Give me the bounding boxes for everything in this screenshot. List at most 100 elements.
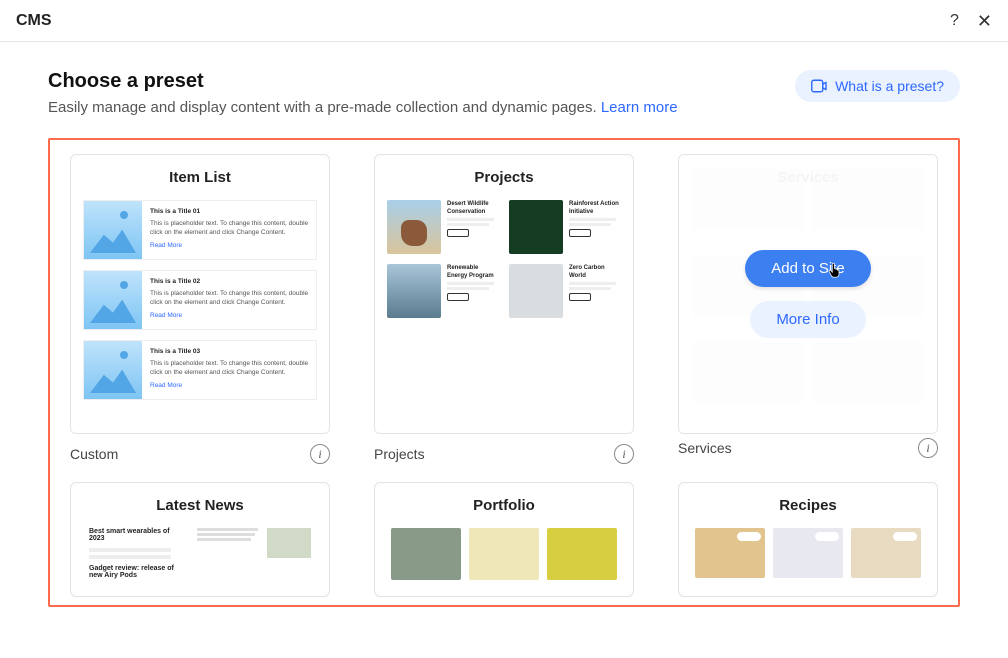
image-placeholder-icon	[84, 341, 142, 399]
preset-portfolio: Portfolio	[374, 482, 634, 597]
portfolio-row	[387, 528, 621, 580]
item-title: This is a Title 02	[150, 277, 312, 286]
list-item-text: This is a Title 02 This is placeholder t…	[150, 271, 316, 329]
project-text: Desert Wildlife Conservation	[447, 200, 499, 254]
project-title: Desert Wildlife Conservation	[447, 200, 499, 216]
presets-grid: Item List This is a Title 01 This is pla…	[70, 154, 938, 597]
recipe-card	[695, 528, 765, 578]
what-is-preset-label: What is a preset?	[835, 78, 944, 94]
page-subtitle: Easily manage and display content with a…	[48, 99, 678, 116]
project-card: Rainforest Action Initiative	[509, 200, 621, 254]
preset-projects: Projects Desert Wildlife Conservation	[374, 154, 634, 464]
item-title: This is a Title 01	[150, 207, 312, 216]
preview-title: Item List	[83, 169, 317, 186]
news-excerpt	[197, 528, 261, 543]
preview-title: Projects	[387, 169, 621, 186]
content-area: Choose a preset Easily manage and displa…	[0, 42, 1008, 607]
app-title: CMS	[16, 12, 52, 30]
preview-title: Recipes	[691, 497, 925, 514]
info-icon[interactable]: i	[310, 444, 330, 464]
preset-footer: Projects i	[374, 444, 634, 464]
project-button	[447, 229, 469, 237]
preset-services-preview[interactable]: Services Add to Site More Info	[678, 154, 938, 434]
video-icon	[811, 79, 827, 93]
info-icon[interactable]: i	[918, 438, 938, 458]
list-item: This is a Title 03 This is placeholder t…	[83, 340, 317, 400]
read-more-link: Read More	[150, 311, 182, 320]
project-card: Desert Wildlife Conservation	[387, 200, 499, 254]
recipes-row	[691, 528, 925, 578]
hover-overlay: Add to Site More Info	[679, 155, 937, 433]
what-is-preset-button[interactable]: What is a preset?	[795, 70, 960, 102]
preview-title: Latest News	[83, 497, 317, 514]
recipe-card	[851, 528, 921, 578]
project-title: Renewable Energy Program	[447, 264, 499, 280]
portfolio-image	[547, 528, 617, 580]
more-info-button[interactable]: More Info	[750, 301, 865, 338]
project-text: Zero Carbon World	[569, 264, 621, 318]
preset-label: Custom	[70, 446, 118, 462]
subtitle-text: Easily manage and display content with a…	[48, 99, 601, 116]
item-desc: This is placeholder text. To change this…	[150, 289, 312, 307]
close-icon[interactable]: ✕	[977, 12, 992, 30]
preset-label: Projects	[374, 446, 425, 462]
projects-grid: Desert Wildlife Conservation Rainforest …	[387, 200, 621, 318]
preset-services: Services Add to Site More Info	[678, 154, 938, 464]
page-title: Choose a preset	[48, 70, 678, 93]
preset-recipes: Recipes	[678, 482, 938, 597]
preset-projects-preview[interactable]: Projects Desert Wildlife Conservation	[374, 154, 634, 434]
read-more-link: Read More	[150, 381, 182, 390]
project-card: Zero Carbon World	[509, 264, 621, 318]
project-text: Rainforest Action Initiative	[569, 200, 621, 254]
add-to-site-button[interactable]: Add to Site	[745, 250, 870, 287]
preset-footer: Services i	[678, 438, 938, 458]
list-item-text: This is a Title 03 This is placeholder t…	[150, 341, 316, 399]
learn-more-link[interactable]: Learn more	[601, 99, 678, 116]
list-item: This is a Title 02 This is placeholder t…	[83, 270, 317, 330]
project-button	[569, 293, 591, 301]
help-icon[interactable]: ?	[950, 13, 959, 29]
list-item-text: This is a Title 01 This is placeholder t…	[150, 201, 316, 259]
image-placeholder-icon	[84, 271, 142, 329]
preview-title: Portfolio	[387, 497, 621, 514]
project-button	[447, 293, 469, 301]
preset-latest-news-preview[interactable]: Latest News Best smart wearables of 2023…	[70, 482, 330, 597]
preset-recipes-preview[interactable]: Recipes	[678, 482, 938, 597]
portfolio-image	[469, 528, 539, 580]
preset-portfolio-preview[interactable]: Portfolio	[374, 482, 634, 597]
recipe-tag	[815, 532, 839, 541]
recipe-tag	[737, 532, 761, 541]
preset-footer: Custom i	[70, 444, 330, 464]
preset-custom-preview[interactable]: Item List This is a Title 01 This is pla…	[70, 154, 330, 434]
project-image	[509, 200, 563, 254]
news-title: Best smart wearables of 2023	[89, 528, 185, 542]
portfolio-image	[391, 528, 461, 580]
project-title: Zero Carbon World	[569, 264, 621, 280]
project-card: Renewable Energy Program	[387, 264, 499, 318]
preset-latest-news: Latest News Best smart wearables of 2023…	[70, 482, 330, 597]
image-placeholder-icon	[84, 201, 142, 259]
section-header-text: Choose a preset Easily manage and displa…	[48, 70, 678, 116]
news-headlines: Best smart wearables of 2023 Gadget revi…	[89, 528, 185, 585]
item-desc: This is placeholder text. To change this…	[150, 359, 312, 377]
recipe-tag	[893, 532, 917, 541]
project-button	[569, 229, 591, 237]
list-item: This is a Title 01 This is placeholder t…	[83, 200, 317, 260]
item-title: This is a Title 03	[150, 347, 312, 356]
news-title: Gadget review: release of new Airy Pods	[89, 565, 185, 579]
news-image	[267, 528, 311, 558]
preset-label: Services	[678, 440, 732, 456]
project-image	[509, 264, 563, 318]
news-row: Best smart wearables of 2023 Gadget revi…	[83, 528, 317, 585]
project-image	[387, 264, 441, 318]
read-more-link: Read More	[150, 241, 182, 250]
project-title: Rainforest Action Initiative	[569, 200, 621, 216]
recipe-card	[773, 528, 843, 578]
item-desc: This is placeholder text. To change this…	[150, 219, 312, 237]
info-icon[interactable]: i	[614, 444, 634, 464]
presets-container: Item List This is a Title 01 This is pla…	[48, 138, 960, 607]
section-header: Choose a preset Easily manage and displa…	[48, 70, 960, 116]
top-bar: CMS ? ✕	[0, 0, 1008, 42]
news-feature	[197, 528, 311, 585]
project-text: Renewable Energy Program	[447, 264, 499, 318]
